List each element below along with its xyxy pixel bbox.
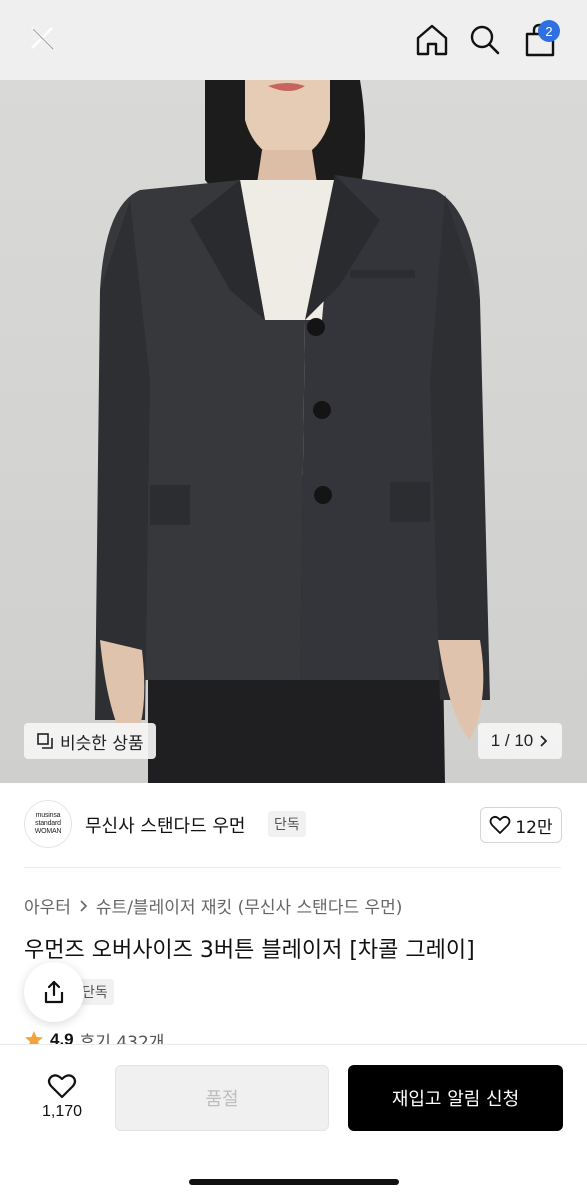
brand-logo[interactable]: musinsa standard WOMAN	[24, 800, 72, 848]
product-image[interactable]	[0, 80, 587, 783]
cart-button[interactable]: 2	[520, 18, 560, 62]
home-button[interactable]	[412, 18, 452, 62]
product-title: 우먼즈 오버사이즈 3버튼 블레이저 [차콜 그레이]	[24, 938, 475, 963]
heart-icon	[47, 1074, 77, 1099]
soldout-button: 품절	[115, 1065, 329, 1131]
chevron-right-icon	[80, 899, 88, 912]
home-indicator	[189, 1179, 399, 1185]
breadcrumb: 아우터 슈트/블레이저 재킷 (무신사 스탠다드 우먼)	[24, 893, 402, 918]
similar-products-label: 비슷한 상품	[60, 733, 144, 754]
close-icon	[31, 27, 54, 50]
breadcrumb-item-category[interactable]: 슈트/블레이저 재킷 (무신사 스탠다드 우먼)	[96, 893, 403, 918]
brand-logo-line3: WOMAN	[34, 828, 62, 835]
similar-products-button[interactable]: 비슷한 상품	[24, 723, 156, 759]
brand-logo-line1: musinsa	[35, 812, 61, 819]
cart-count-badge: 2	[538, 20, 560, 42]
heart-icon	[489, 815, 511, 834]
wishlist-count: 1,170	[41, 1103, 83, 1120]
brand-name[interactable]: 무신사 스탠다드 우먼	[85, 812, 245, 838]
search-icon	[470, 25, 500, 55]
exclusive-badge: 단독	[268, 811, 306, 837]
image-pager-label: 1 / 10	[490, 731, 534, 750]
close-button[interactable]	[22, 18, 62, 58]
model-photo	[95, 80, 490, 783]
top-navigation-bar: 2	[0, 0, 587, 80]
breadcrumb-item-outer[interactable]: 아우터	[24, 893, 71, 918]
image-pager[interactable]: 1 / 10	[478, 723, 562, 759]
wishlist-button[interactable]: 1,170	[30, 1065, 94, 1129]
brand-like-button[interactable]: 12만	[480, 807, 562, 843]
brand-like-count: 12만	[515, 817, 553, 838]
restock-notify-label: 재입고 알림 신청	[391, 1089, 520, 1110]
share-button[interactable]	[24, 962, 84, 1022]
copy-icon	[37, 733, 53, 749]
brand-row[interactable]: musinsa standard WOMAN 무신사 스탠다드 우먼 단독 12…	[0, 783, 587, 867]
restock-notify-button[interactable]: 재입고 알림 신청	[348, 1065, 563, 1131]
soldout-label: 품절	[205, 1089, 239, 1110]
chevron-right-icon	[540, 735, 548, 747]
search-button[interactable]	[465, 18, 505, 62]
home-icon	[416, 24, 448, 56]
bottom-action-bar: 1,170 품절 재입고 알림 신청	[0, 1044, 587, 1200]
brand-logo-line2: standard	[35, 820, 61, 827]
share-icon	[44, 980, 64, 1004]
divider	[24, 867, 561, 868]
